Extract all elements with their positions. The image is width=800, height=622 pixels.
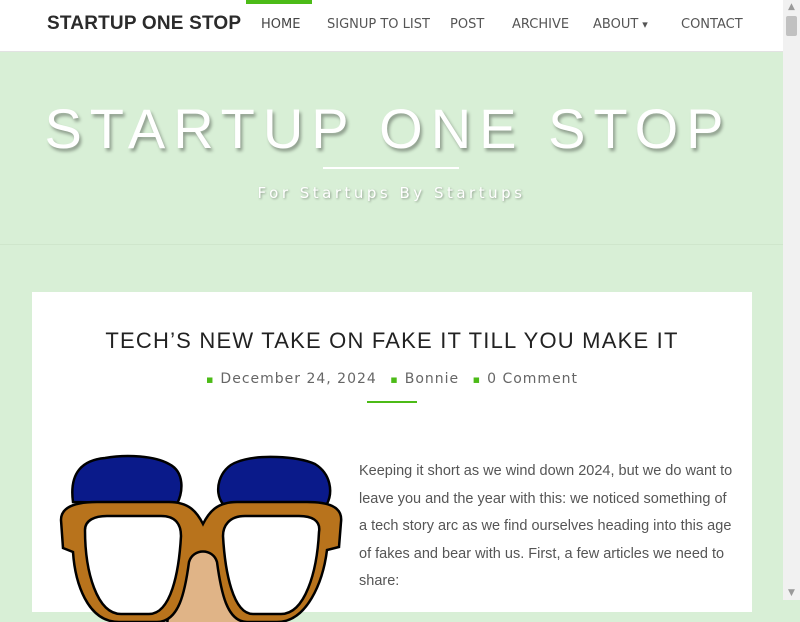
nav-home[interactable]: HOME xyxy=(261,17,300,32)
hero-divider xyxy=(323,167,459,169)
nav-post[interactable]: POST xyxy=(450,17,484,32)
post-comments[interactable]: 0 Comment xyxy=(487,371,578,387)
chevron-down-icon: ▾ xyxy=(642,18,648,31)
site-brand[interactable]: STARTUP ONE STOP xyxy=(47,13,241,35)
nav-contact[interactable]: CONTACT xyxy=(681,17,743,32)
comment-icon: ▪ xyxy=(472,373,482,386)
post-meta: ▪ December 24, 2024 ▪ Bonnie ▪ 0 Comment xyxy=(32,371,752,387)
top-navigation-bar: STARTUP ONE STOP HOME SIGNUP TO LIST POS… xyxy=(0,0,783,52)
active-nav-indicator xyxy=(246,0,312,4)
hero-banner: STARTUP ONE STOP For Startups By Startup… xyxy=(0,52,783,245)
scroll-up-arrow-icon[interactable]: ▲ xyxy=(783,0,800,14)
nav-about-label: ABOUT xyxy=(593,17,639,32)
nav-about[interactable]: ABOUT ▾ xyxy=(593,17,648,32)
nav-signup-to-list[interactable]: SIGNUP TO LIST xyxy=(327,17,430,32)
post-title[interactable]: TECH’S NEW TAKE ON FAKE IT TILL YOU MAKE… xyxy=(32,328,752,354)
hero-tagline: For Startups By Startups xyxy=(257,184,526,202)
vertical-scrollbar[interactable]: ▲ ▼ xyxy=(783,0,800,600)
post-excerpt: Keeping it short as we wind down 2024, b… xyxy=(359,463,733,589)
disguise-glasses-illustration xyxy=(59,454,343,622)
post-date[interactable]: December 24, 2024 xyxy=(220,371,376,387)
post-author[interactable]: Bonnie xyxy=(405,371,459,387)
hero-title: STARTUP ONE STOP xyxy=(44,97,732,160)
user-icon: ▪ xyxy=(390,373,399,386)
scroll-thumb[interactable] xyxy=(786,16,797,36)
scroll-down-arrow-icon[interactable]: ▼ xyxy=(783,586,800,600)
meta-divider xyxy=(367,401,417,403)
post-card: TECH’S NEW TAKE ON FAKE IT TILL YOU MAKE… xyxy=(32,292,752,622)
calendar-icon: ▪ xyxy=(205,373,215,386)
nav-archive[interactable]: ARCHIVE xyxy=(512,17,569,32)
